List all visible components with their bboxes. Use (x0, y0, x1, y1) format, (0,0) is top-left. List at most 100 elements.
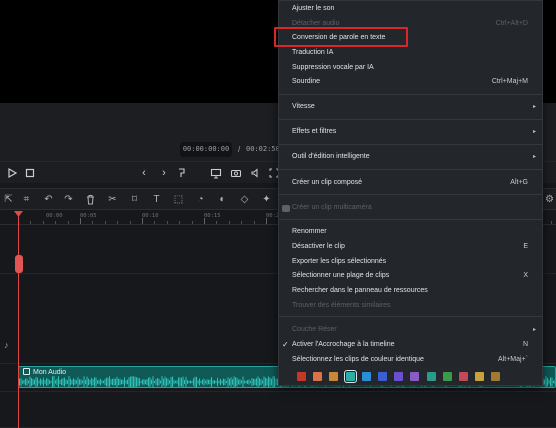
keyframe-icon[interactable]: ◇ (238, 193, 251, 206)
ai-tools-icon[interactable]: ✦ (260, 193, 273, 206)
waveform-bar (77, 377, 79, 387)
waveform-bar (23, 379, 25, 385)
color-swatch[interactable] (343, 370, 357, 383)
waveform-bar (176, 380, 178, 384)
menu-item[interactable]: Ajuster le son (279, 3, 542, 17)
waveform-bar (94, 377, 95, 387)
waveform-bar (220, 378, 221, 386)
color-icon[interactable]: ◐ (216, 193, 229, 206)
ruler-tick (55, 221, 57, 224)
redo-icon[interactable]: ↷ (62, 193, 75, 206)
play-icon[interactable] (6, 167, 18, 179)
menu-item[interactable]: Renommer (279, 226, 542, 240)
waveform-bar (197, 380, 199, 384)
color-swatch[interactable] (459, 372, 468, 381)
menu-item-label: Activer l'Accrochage à la timeline (292, 341, 395, 348)
color-swatch[interactable] (313, 372, 323, 381)
waveform-bar (88, 378, 89, 386)
waveform-bar (178, 377, 179, 387)
waveform-bar (184, 379, 185, 385)
color-swatch[interactable] (297, 372, 306, 381)
color-swatch[interactable] (378, 372, 387, 381)
audio-icon[interactable] (250, 167, 262, 179)
waveform-bar (227, 377, 229, 387)
menu-item[interactable]: Rechercher dans le panneau de ressources (279, 285, 542, 299)
waveform-bar (248, 379, 250, 385)
ruler-label: 00:10 (142, 213, 159, 219)
waveform-bar (103, 380, 104, 384)
playhead-marker[interactable] (15, 255, 23, 273)
waveform-bar (76, 380, 77, 384)
select-tool-icon[interactable]: ⇱ (2, 193, 15, 206)
waveform-bar (199, 378, 200, 386)
waveform-bar (224, 378, 226, 386)
waveform-bar (122, 379, 124, 385)
ruler-label: 00:15 (204, 213, 221, 219)
color-swatch[interactable] (361, 372, 371, 381)
text-icon[interactable]: T (150, 193, 163, 206)
menu-item[interactable]: ✓ Activer l'Accrochage à la timeline N (279, 339, 542, 353)
mark-icon[interactable] (176, 167, 188, 179)
playhead[interactable] (18, 211, 19, 428)
multicam-icon (282, 205, 290, 212)
waveform-bar (125, 380, 127, 384)
waveform-bar (545, 376, 547, 387)
waveform-bar (115, 378, 116, 386)
waveform-bar (547, 378, 548, 386)
waveform-bar (29, 376, 31, 387)
waveform-bar (154, 380, 155, 384)
menu-item[interactable]: Sourdine Ctrl+Maj+M (279, 76, 542, 90)
menu-item[interactable]: Effets et filtres ▸ (279, 126, 542, 140)
waveform-bar (251, 377, 253, 387)
menu-item[interactable]: Suppression vocale par IA (279, 62, 542, 76)
camera-icon[interactable] (230, 167, 242, 179)
menu-item[interactable]: Traduction IA (279, 47, 542, 61)
waveform-bar (193, 378, 194, 386)
display-icon[interactable] (210, 167, 222, 179)
waveform-bar (218, 380, 220, 384)
waveform-bar (128, 377, 130, 387)
menu-item-label: Suppression vocale par IA (292, 64, 374, 71)
menu-item[interactable]: Sélectionner une plage de clips X (279, 270, 542, 284)
waveform-bar (92, 378, 94, 386)
waveform-bar (47, 378, 49, 386)
menu-item-label: Créer un clip composé (292, 179, 363, 186)
audio-track-icon[interactable]: ♪ (4, 340, 9, 350)
waveform-bar (256, 378, 257, 386)
menu-item[interactable]: Outil d'édition intelligente ▸ (279, 151, 542, 165)
color-swatch[interactable] (329, 372, 339, 381)
color-swatch[interactable] (491, 372, 501, 381)
waveform-bar (187, 380, 188, 384)
waveform-bar (205, 380, 206, 384)
crop-icon[interactable]: ⌑ (128, 193, 141, 206)
menu-item[interactable]: Créer un clip composé Alt+G (279, 177, 542, 191)
color-swatch[interactable] (426, 372, 436, 381)
cut-icon[interactable]: ✂ (106, 193, 119, 206)
color-swatch[interactable] (475, 372, 485, 381)
menu-item[interactable]: Désactiver le clip E (279, 241, 542, 255)
menu-item[interactable]: Exporter les clips sélectionnés (279, 256, 542, 270)
waveform-bar (194, 376, 196, 387)
delete-icon[interactable] (84, 193, 97, 206)
menu-item[interactable]: Vitesse ▸ (279, 101, 542, 115)
stop-icon[interactable] (24, 167, 36, 179)
waveform-bar (161, 376, 163, 387)
color-swatch[interactable] (394, 372, 404, 381)
color-swatch[interactable] (410, 372, 420, 381)
next-frame-icon[interactable]: › (158, 167, 170, 179)
prev-frame-icon[interactable]: ‹ (138, 167, 150, 179)
ruler-tick (104, 221, 106, 224)
timeline-settings-icon[interactable]: ⚙ (543, 193, 556, 206)
menu-item-label: Couche Réser (292, 326, 337, 333)
waveform-bar (215, 380, 217, 384)
waveform-bar (206, 379, 208, 385)
crop-tool-icon[interactable]: ⌗ (20, 193, 33, 206)
menu-item[interactable]: Sélectionnez les clips de couleur identi… (279, 354, 542, 368)
waveform-bar (65, 379, 67, 385)
color-swatch[interactable] (442, 372, 452, 381)
undo-icon[interactable]: ↶ (42, 193, 55, 206)
waveform-bar (550, 377, 551, 387)
check-icon: ✓ (282, 340, 289, 349)
transform-icon[interactable]: ⬚ (172, 193, 185, 206)
speed-icon[interactable]: ◔ (194, 193, 207, 206)
